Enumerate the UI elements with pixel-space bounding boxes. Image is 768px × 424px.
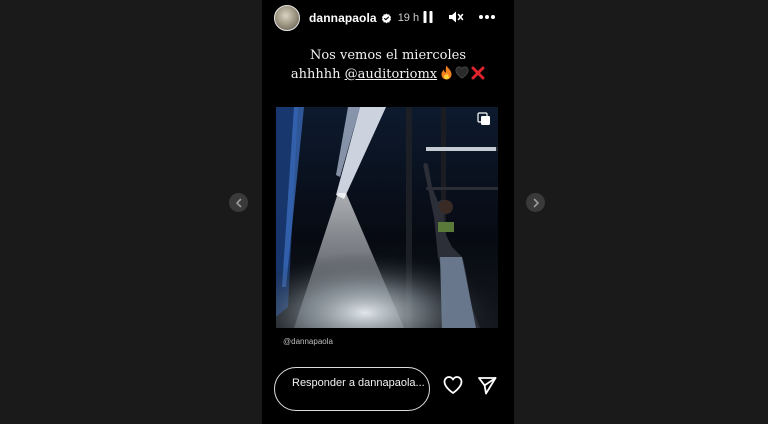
avatar[interactable] — [274, 5, 300, 31]
heart-outline-icon[interactable] — [442, 374, 464, 396]
speaker-muted-icon[interactable] — [448, 10, 464, 24]
reply-input[interactable]: Responder a dannapaola... — [274, 367, 430, 411]
caption-line-2: ahhhhh @auditoriomx — [262, 65, 514, 84]
post-time: 19 h — [397, 12, 420, 24]
caption-text: ahhhhh — [290, 67, 341, 82]
caption-line-1: Nos vemos el miercoles — [309, 48, 466, 63]
fire-emoji — [441, 65, 452, 80]
paper-plane-icon[interactable] — [476, 374, 498, 396]
story-card: dannapaola 19 h Nos vemos el miercoles a… — [262, 0, 514, 424]
black-heart-emoji — [455, 66, 469, 79]
chevron-left-icon — [235, 198, 241, 207]
mention-link[interactable]: @auditoriomx — [345, 67, 438, 82]
chevron-right-icon — [533, 198, 539, 207]
pause-icon[interactable] — [422, 10, 434, 24]
previous-story-button[interactable] — [229, 193, 248, 212]
photo-credit: @dannapaola — [283, 337, 333, 346]
more-horizontal-icon[interactable] — [478, 14, 496, 20]
red-x-emoji — [471, 66, 485, 79]
concert-photo[interactable] — [276, 107, 498, 328]
next-story-button[interactable] — [526, 193, 545, 212]
story-caption: Nos vemos el miercoles ahhhhh @auditorio… — [262, 46, 514, 84]
username[interactable]: dannapaola — [309, 11, 377, 25]
story-viewer: dannapaola 19 h Nos vemos el miercoles a… — [0, 0, 768, 424]
story-header: dannapaola 19 h — [262, 0, 514, 36]
verified-badge-icon — [381, 12, 391, 23]
